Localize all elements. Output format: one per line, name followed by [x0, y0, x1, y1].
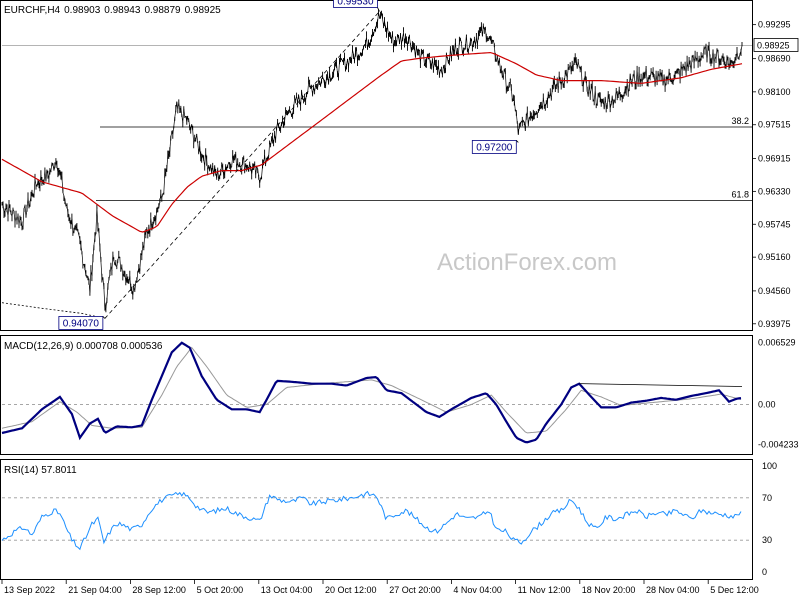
price-tick-label: 0.98690 [758, 54, 791, 64]
fib-label-61-8: 61.8 [731, 190, 749, 200]
rsi-tick-label: 30 [762, 535, 772, 545]
ohlc-high: 0.98943 [104, 5, 141, 16]
price-title: EURCHF,H4 0.98903 0.98943 0.98879 0.98925 [4, 5, 221, 16]
fib-label-38-2: 38.2 [731, 116, 749, 126]
rsi-title: RSI(14) 57.8011 [4, 465, 77, 476]
price-panel-frame [0, 0, 753, 331]
axis-layer: 0.99295 0.98690 0.98100 0.97515 0.96915 0.963… [1, 20, 799, 595]
price-tick-label: 0.96915 [758, 153, 791, 163]
macd-title: MACD(12,26,9) 0.000708 0.000536 [4, 341, 163, 352]
macd-layer [1, 341, 752, 444]
x-tick-label: 18 Nov 20:00 [582, 585, 636, 595]
x-tick-label: 4 Nov 04:00 [453, 585, 502, 595]
x-tick-label: 5 Oct 20:00 [197, 585, 244, 595]
x-tick-label: 21 Sep 04:00 [68, 585, 122, 595]
rsi-tick-label: 70 [762, 493, 772, 503]
macd-tick-label: 0.006529 [758, 338, 796, 348]
macd-resistance-line [579, 383, 743, 387]
chart-window: ActionForex.com 38.2 61.8 0.94070 0.99530 0.… [0, 0, 800, 600]
x-tick-label: 13 Sep 2022 [4, 585, 55, 595]
rsi-panel-frame [0, 459, 753, 580]
macd-series-1 [1, 346, 742, 434]
macd-tick-label: -0.004233 [758, 440, 799, 450]
symbol-label: EURCHF,H4 [4, 5, 61, 16]
price-tick-label: 0.96330 [758, 186, 791, 196]
price-tick-label: 0.98100 [758, 87, 791, 97]
annotation-label-1: 0.99530 [337, 0, 374, 7]
price-tick-label: 0.95160 [758, 252, 791, 262]
rsi-tick-label: 0 [762, 567, 767, 577]
price-tick-label: 0.99295 [758, 20, 791, 30]
price-tick-label: 0.93975 [758, 319, 791, 329]
ohlc-low: 0.98879 [144, 5, 181, 16]
current-price-label: 0.98925 [757, 40, 790, 50]
rsi-line [1, 490, 742, 551]
price-bars [1, 9, 743, 313]
x-tick-label: 11 Nov 12:00 [518, 585, 571, 595]
x-tick-label: 5 Dec 12:00 [710, 585, 759, 595]
x-tick-label: 13 Oct 04:00 [261, 585, 313, 595]
macd-panel-frame [0, 335, 753, 455]
price-tick-label: 0.95745 [758, 219, 791, 229]
x-tick-label: 28 Nov 04:00 [646, 585, 700, 595]
macd-tick-label: 0.00 [758, 400, 776, 410]
price-tick-label: 0.94560 [758, 286, 791, 296]
macd-series-0 [1, 341, 742, 444]
x-tick-label: 27 Oct 20:00 [389, 585, 441, 595]
watermark-text: ActionForex.com [437, 249, 617, 276]
price-tick-label: 0.97515 [758, 120, 791, 130]
ohlc-open: 0.98903 [64, 5, 101, 16]
chart-canvas: ActionForex.com 38.2 61.8 0.94070 0.99530 0.… [0, 0, 799, 595]
rsi-tick-label: 100 [762, 461, 777, 471]
trendline [104, 11, 380, 319]
annotation-label-2: 0.97200 [476, 142, 513, 153]
x-tick-label: 20 Oct 12:00 [325, 585, 377, 595]
annotation-label-0: 0.94070 [63, 318, 100, 329]
x-tick-label: 28 Sep 12:00 [132, 585, 186, 595]
rsi-layer [1, 490, 752, 551]
ohlc-close: 0.98925 [185, 5, 222, 16]
price-close-line [1, 12, 743, 311]
price-layer: 38.2 61.8 0.94070 0.99530 0.97200 [1, 0, 752, 330]
